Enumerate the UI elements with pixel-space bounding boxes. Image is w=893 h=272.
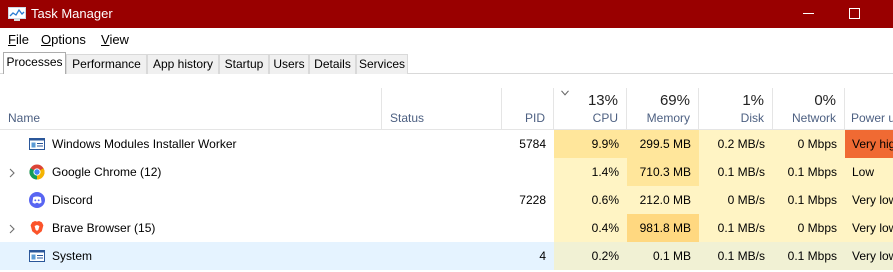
process-power-cell: Very high bbox=[845, 130, 893, 158]
process-pid-cell bbox=[502, 214, 554, 242]
table-row[interactable]: Google Chrome (12) 1.4% 710.3 MB 0.1 MB/s 0.… bbox=[0, 158, 893, 186]
discord-icon bbox=[29, 192, 45, 208]
disk-total-percent: 1% bbox=[742, 92, 764, 109]
chevron-right-icon[interactable] bbox=[8, 167, 16, 178]
process-network-cell: 0.1 Mbps bbox=[773, 242, 845, 270]
process-memory-cell: 981.8 MB bbox=[627, 214, 699, 242]
column-memory-label: Memory bbox=[646, 111, 690, 125]
column-header-disk[interactable]: 1% Disk bbox=[699, 88, 773, 130]
process-status-cell bbox=[382, 214, 502, 242]
process-power-cell: Very low bbox=[845, 186, 893, 214]
windows-app-icon bbox=[29, 136, 45, 152]
tab-startup[interactable]: Startup bbox=[219, 54, 269, 74]
window-title: Task Manager bbox=[31, 6, 113, 21]
column-header-name[interactable]: Name bbox=[0, 88, 382, 130]
column-header-network[interactable]: 0% Network bbox=[773, 88, 845, 130]
menu-bar: File Options View bbox=[0, 28, 893, 52]
tab-strip: Processes Performance App history Startu… bbox=[0, 52, 893, 74]
process-cpu-cell: 1.4% bbox=[554, 158, 627, 186]
column-name-label: Name bbox=[8, 111, 41, 125]
process-cpu-cell: 0.2% bbox=[554, 242, 627, 270]
chrome-icon bbox=[29, 164, 45, 180]
process-pid-cell: 5784 bbox=[519, 137, 546, 151]
tab-details[interactable]: Details bbox=[309, 54, 356, 74]
menu-file[interactable]: File bbox=[8, 33, 29, 47]
process-network-cell: 0.1 Mbps bbox=[773, 158, 845, 186]
network-total-percent: 0% bbox=[814, 92, 836, 109]
process-power-cell: Very low bbox=[845, 242, 893, 270]
menu-options-mnemonic: O bbox=[41, 32, 52, 47]
table-row[interactable]: System 4 0.2% 0.1 MB 0.1 MB/s 0.1 Mbps Very lo… bbox=[0, 242, 893, 270]
process-pid-cell bbox=[502, 158, 554, 186]
table-row[interactable]: Windows Modules Installer Worker 5784 9.9%… bbox=[0, 130, 893, 158]
process-memory-cell: 212.0 MB bbox=[627, 186, 699, 214]
sort-chevron-down-icon[interactable] bbox=[561, 90, 569, 96]
column-pid-label: PID bbox=[524, 111, 545, 125]
column-network-label: Network bbox=[791, 111, 836, 125]
column-header-power[interactable]: Power usage bbox=[845, 88, 893, 130]
process-pid-cell: 4 bbox=[539, 249, 546, 263]
menu-file-label: ile bbox=[15, 32, 29, 47]
minimize-icon[interactable] bbox=[803, 13, 814, 14]
column-header-pid[interactable]: PID bbox=[502, 88, 554, 130]
process-disk-cell: 0.1 MB/s bbox=[699, 242, 773, 270]
process-name: System bbox=[52, 249, 93, 263]
process-name: Google Chrome (12) bbox=[52, 165, 162, 179]
process-memory-cell: 299.5 MB bbox=[627, 130, 699, 158]
process-status-cell bbox=[382, 242, 502, 270]
process-disk-cell: 0 MB/s bbox=[699, 186, 773, 214]
table-row[interactable]: Discord 7228 0.6% 212.0 MB 0 MB/s 0.1 Mbps Ver… bbox=[0, 186, 893, 214]
process-network-cell: 0.1 Mbps bbox=[773, 186, 845, 214]
process-power-cell: Low bbox=[845, 158, 893, 186]
column-power-label: Power usage bbox=[851, 111, 893, 125]
process-memory-cell: 0.1 MB bbox=[627, 242, 699, 270]
process-cpu-cell: 9.9% bbox=[554, 130, 627, 158]
chevron-right-icon[interactable] bbox=[8, 223, 16, 234]
task-manager-icon bbox=[8, 7, 26, 21]
process-network-cell: 0 Mbps bbox=[773, 214, 845, 242]
column-disk-label: Disk bbox=[740, 111, 764, 125]
menu-file-mnemonic: F bbox=[8, 32, 16, 47]
process-name: Brave Browser (15) bbox=[52, 221, 156, 235]
process-cpu-cell: 0.6% bbox=[554, 186, 627, 214]
table-row[interactable]: Brave Browser (15) 0.4% 981.8 MB 0.1 MB/s 0 … bbox=[0, 214, 893, 242]
menu-options-label: ptions bbox=[51, 32, 86, 47]
process-network-cell: 0 Mbps bbox=[773, 130, 845, 158]
process-cpu-cell: 0.4% bbox=[554, 214, 627, 242]
menu-options[interactable]: Options bbox=[41, 33, 86, 47]
process-disk-cell: 0.2 MB/s bbox=[699, 130, 773, 158]
column-header-memory[interactable]: 69% Memory bbox=[627, 88, 699, 130]
tab-processes[interactable]: Processes bbox=[3, 52, 66, 74]
tab-performance[interactable]: Performance bbox=[66, 54, 147, 74]
process-disk-cell: 0.1 MB/s bbox=[699, 214, 773, 242]
process-status-cell bbox=[382, 186, 502, 214]
column-status-label: Status bbox=[390, 111, 425, 125]
memory-total-percent: 69% bbox=[659, 92, 690, 109]
menu-view-label: iew bbox=[109, 32, 129, 47]
title-bar: Task Manager bbox=[0, 0, 893, 28]
process-pid-cell: 7228 bbox=[519, 193, 546, 207]
process-name: Windows Modules Installer Worker bbox=[52, 137, 237, 151]
process-disk-cell: 0.1 MB/s bbox=[699, 158, 773, 186]
column-cpu-label: CPU bbox=[592, 111, 618, 125]
maximize-icon[interactable] bbox=[849, 8, 860, 19]
process-name: Discord bbox=[52, 193, 93, 207]
process-power-cell: Very low bbox=[845, 214, 893, 242]
menu-view[interactable]: View bbox=[101, 33, 129, 47]
windows-app-icon bbox=[29, 248, 45, 264]
cpu-total-percent: 13% bbox=[587, 92, 618, 109]
brave-icon bbox=[29, 220, 45, 236]
process-status-cell bbox=[382, 158, 502, 186]
process-status-cell bbox=[382, 130, 502, 158]
process-memory-cell: 710.3 MB bbox=[627, 158, 699, 186]
tab-users[interactable]: Users bbox=[269, 54, 309, 74]
tab-app-history[interactable]: App history bbox=[147, 54, 219, 74]
column-header-status[interactable]: Status bbox=[382, 88, 502, 130]
column-header-row: Name Status PID 13% CPU 69% Memory 1% Di… bbox=[0, 88, 893, 130]
tab-services[interactable]: Services bbox=[356, 54, 408, 74]
